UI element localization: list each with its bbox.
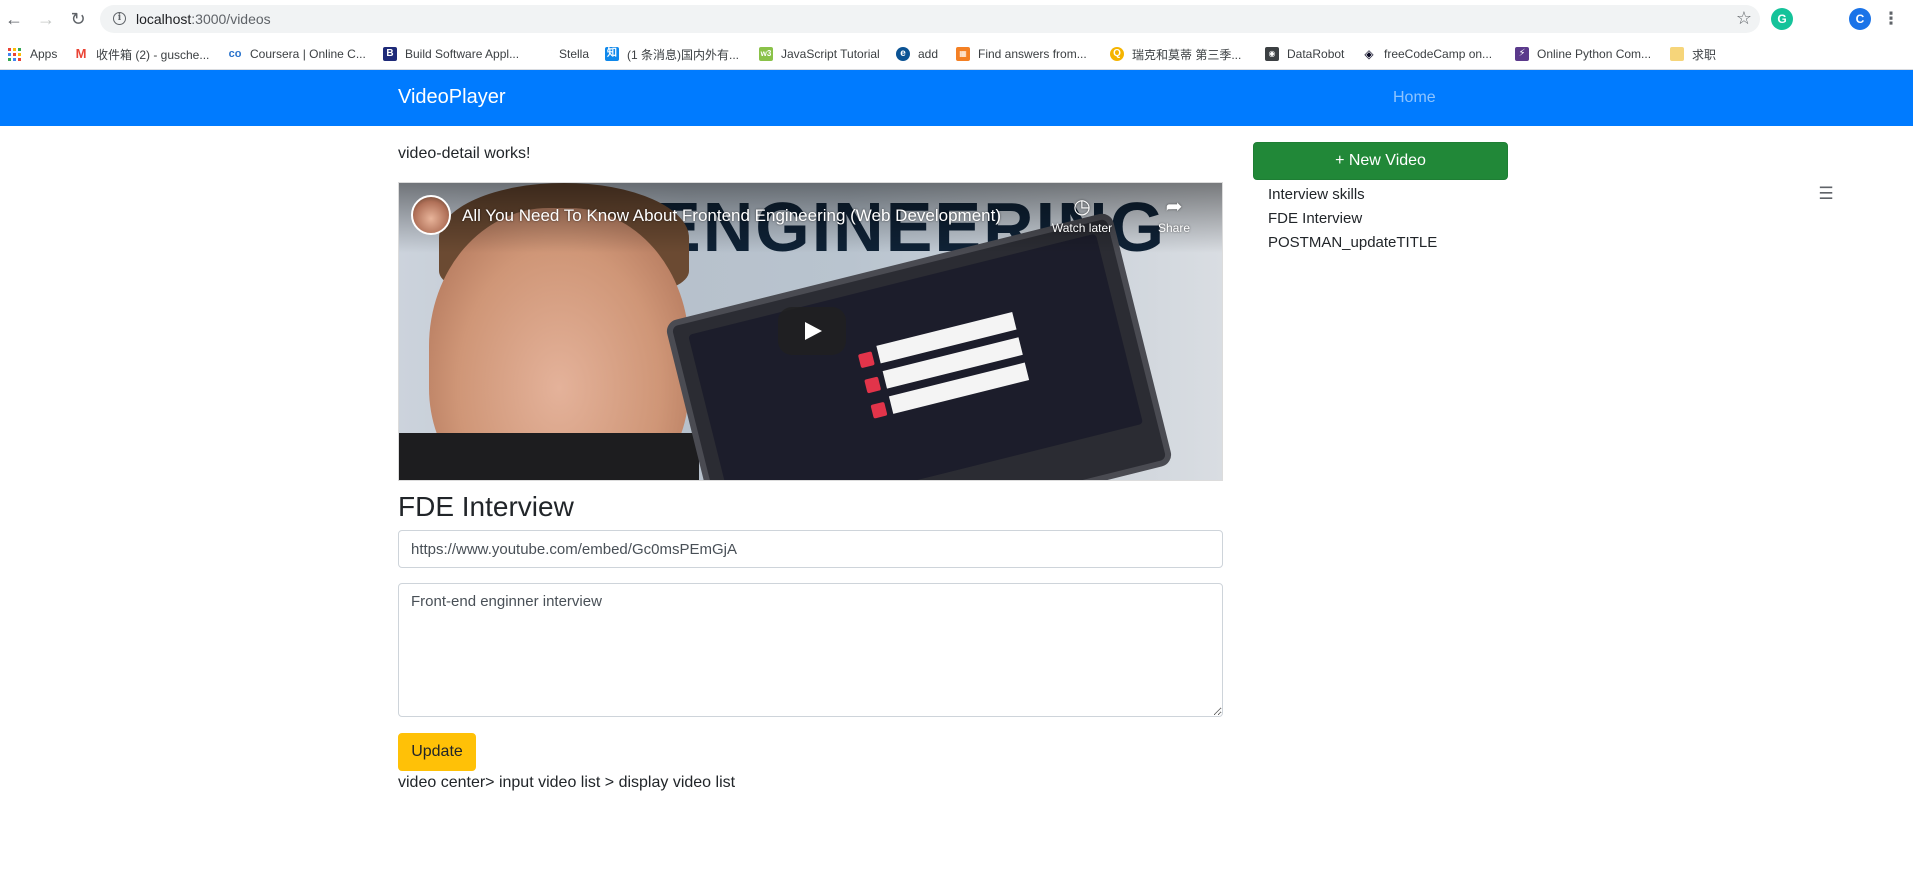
browser-menu-icon[interactable]: ⋮ (1880, 8, 1902, 30)
thumbnail-laptop-dot (870, 401, 888, 419)
browser-toolbar: ← → ↻ i localhost:3000/videos ☆ G ☰ C ⋮ (0, 0, 1913, 203)
apps-grid-icon (8, 47, 21, 61)
bookmark-rick-morty[interactable]: Q 瑞克和莫蒂 第三季... (1110, 45, 1241, 63)
nav-link-home[interactable]: Home (1393, 89, 1436, 107)
watch-later-label: Watch later (1051, 221, 1113, 235)
youtube-embed[interactable]: ENGINEERING All You Need To Know About F… (398, 182, 1223, 481)
thumbnail-person-shirt (399, 433, 699, 480)
navbar-brand[interactable]: VideoPlayer (398, 86, 505, 109)
app-navbar: VideoPlayer Home Playlist (0, 70, 1913, 270)
bookmark-label: 瑞克和莫蒂 第三季... (1132, 47, 1242, 62)
bookmark-stella[interactable]: Stella (559, 45, 589, 63)
forward-arrow-icon[interactable]: → (34, 7, 58, 31)
coursera-icon: co (228, 47, 242, 61)
clock-icon: ◷ (1073, 196, 1091, 218)
grammarly-extension-icon[interactable]: G (1771, 8, 1793, 30)
share-button[interactable]: ➦ Share (1134, 195, 1214, 235)
video-description-textarea[interactable]: Front-end enginner interview (398, 583, 1223, 717)
playlist-item[interactable]: POSTMAN_updateTITLE (1268, 231, 1437, 255)
reload-icon[interactable]: ↻ (66, 7, 90, 31)
add-bookmark-icon: e (896, 47, 910, 61)
video-url-input[interactable] (398, 530, 1223, 568)
folder-icon (1670, 47, 1684, 61)
bookmark-zhihu[interactable]: 知 (1 条消息)国内外有... (605, 45, 739, 63)
w3schools-icon: w3 (759, 47, 773, 61)
flow-note: video center> input video list > display… (398, 774, 736, 791)
playlist-item[interactable]: FDE Interview (1268, 207, 1437, 231)
back-arrow-icon[interactable]: ← (2, 7, 26, 31)
address-url[interactable]: localhost:3000/videos (136, 11, 271, 27)
thumbnail-laptop-dot (857, 351, 875, 369)
profile-avatar[interactable]: C (1849, 8, 1871, 30)
bookmark-freecodecamp[interactable]: ◈ freeCodeCamp on... (1362, 45, 1492, 63)
bookmark-label: Find answers from... (978, 47, 1087, 61)
thumbnail-laptop-dot (864, 376, 882, 394)
address-bar[interactable]: i localhost:3000/videos ☆ (100, 5, 1760, 33)
bookmark-label: freeCodeCamp on... (1384, 47, 1493, 61)
bookmark-label: Coursera | Online C... (250, 47, 366, 61)
bookmark-find-answers[interactable]: ▦ Find answers from... (956, 45, 1087, 63)
channel-avatar[interactable] (411, 195, 451, 235)
bookmark-label: Build Software Appl... (405, 47, 520, 61)
gmail-icon: M (74, 46, 88, 61)
bookmark-label: 收件箱 (2) - gusche... (96, 47, 210, 62)
nav-link-playlist[interactable]: Playlist (1452, 253, 1503, 271)
playlist-item[interactable]: Interview skills (1268, 183, 1437, 207)
url-path: :3000/videos (191, 11, 271, 27)
bookmarks-bar: Apps M 收件箱 (2) - gusche... co Coursera | O… (0, 38, 1913, 70)
bookmark-label: DataRobot (1287, 47, 1345, 61)
bookmark-label: Stella (559, 47, 590, 61)
grammarly-initial: G (1777, 12, 1787, 26)
bookmark-label: 求职 (1692, 47, 1717, 62)
youtube-video-title[interactable]: All You Need To Know About Frontend Engi… (462, 206, 1001, 226)
bookmark-apps[interactable]: Apps (8, 45, 57, 63)
share-label: Share (1157, 221, 1191, 235)
site-info-icon[interactable]: i (113, 12, 126, 25)
zhihu-icon: 知 (605, 47, 619, 61)
update-button[interactable]: Update (398, 733, 476, 771)
bookmark-coursera[interactable]: co Coursera | Online C... (228, 45, 366, 63)
rick-morty-icon: Q (1110, 47, 1124, 61)
build-software-icon: B (383, 47, 397, 61)
online-python-icon: ⚡ (1515, 47, 1529, 61)
watch-later-button[interactable]: ◷ Watch later (1042, 195, 1122, 235)
bookmark-label: JavaScript Tutorial (781, 47, 880, 61)
bookmark-jobs-folder[interactable]: 求职 (1670, 45, 1716, 63)
play-icon[interactable] (778, 307, 846, 355)
datarobot-icon: ◉ (1265, 47, 1279, 61)
bookmark-datarobot[interactable]: ◉ DataRobot (1265, 45, 1344, 63)
video-playlist: Interview skills FDE Interview POSTMAN_u… (1268, 183, 1437, 255)
url-host: localhost (136, 11, 192, 27)
find-answers-icon: ▦ (956, 47, 970, 61)
new-video-button[interactable]: + New Video (1253, 142, 1508, 180)
bookmark-label: Online Python Com... (1537, 47, 1652, 61)
bookmark-add[interactable]: e add (896, 45, 938, 63)
bookmark-online-python[interactable]: ⚡ Online Python Com... (1515, 45, 1651, 63)
profile-initial: C (1855, 12, 1865, 26)
bookmark-label: (1 条消息)国内外有... (627, 47, 740, 62)
bookmark-javascript-tutorial[interactable]: w3 JavaScript Tutorial (759, 45, 880, 63)
bookmark-label: add (918, 47, 939, 61)
media-playlist-icon[interactable]: ☰ (1815, 183, 1837, 205)
video-title: FDE Interview (398, 491, 574, 522)
bookmark-star-icon[interactable]: ☆ (1736, 8, 1752, 29)
freecodecamp-icon: ◈ (1362, 47, 1376, 61)
bookmark-gmail[interactable]: M 收件箱 (2) - gusche... (74, 45, 209, 63)
share-arrow-icon: ➦ (1165, 196, 1183, 218)
video-detail-status: video-detail works! (398, 145, 531, 162)
bookmark-label: Apps (30, 47, 58, 61)
bookmark-build-software[interactable]: B Build Software Appl... (383, 45, 519, 63)
